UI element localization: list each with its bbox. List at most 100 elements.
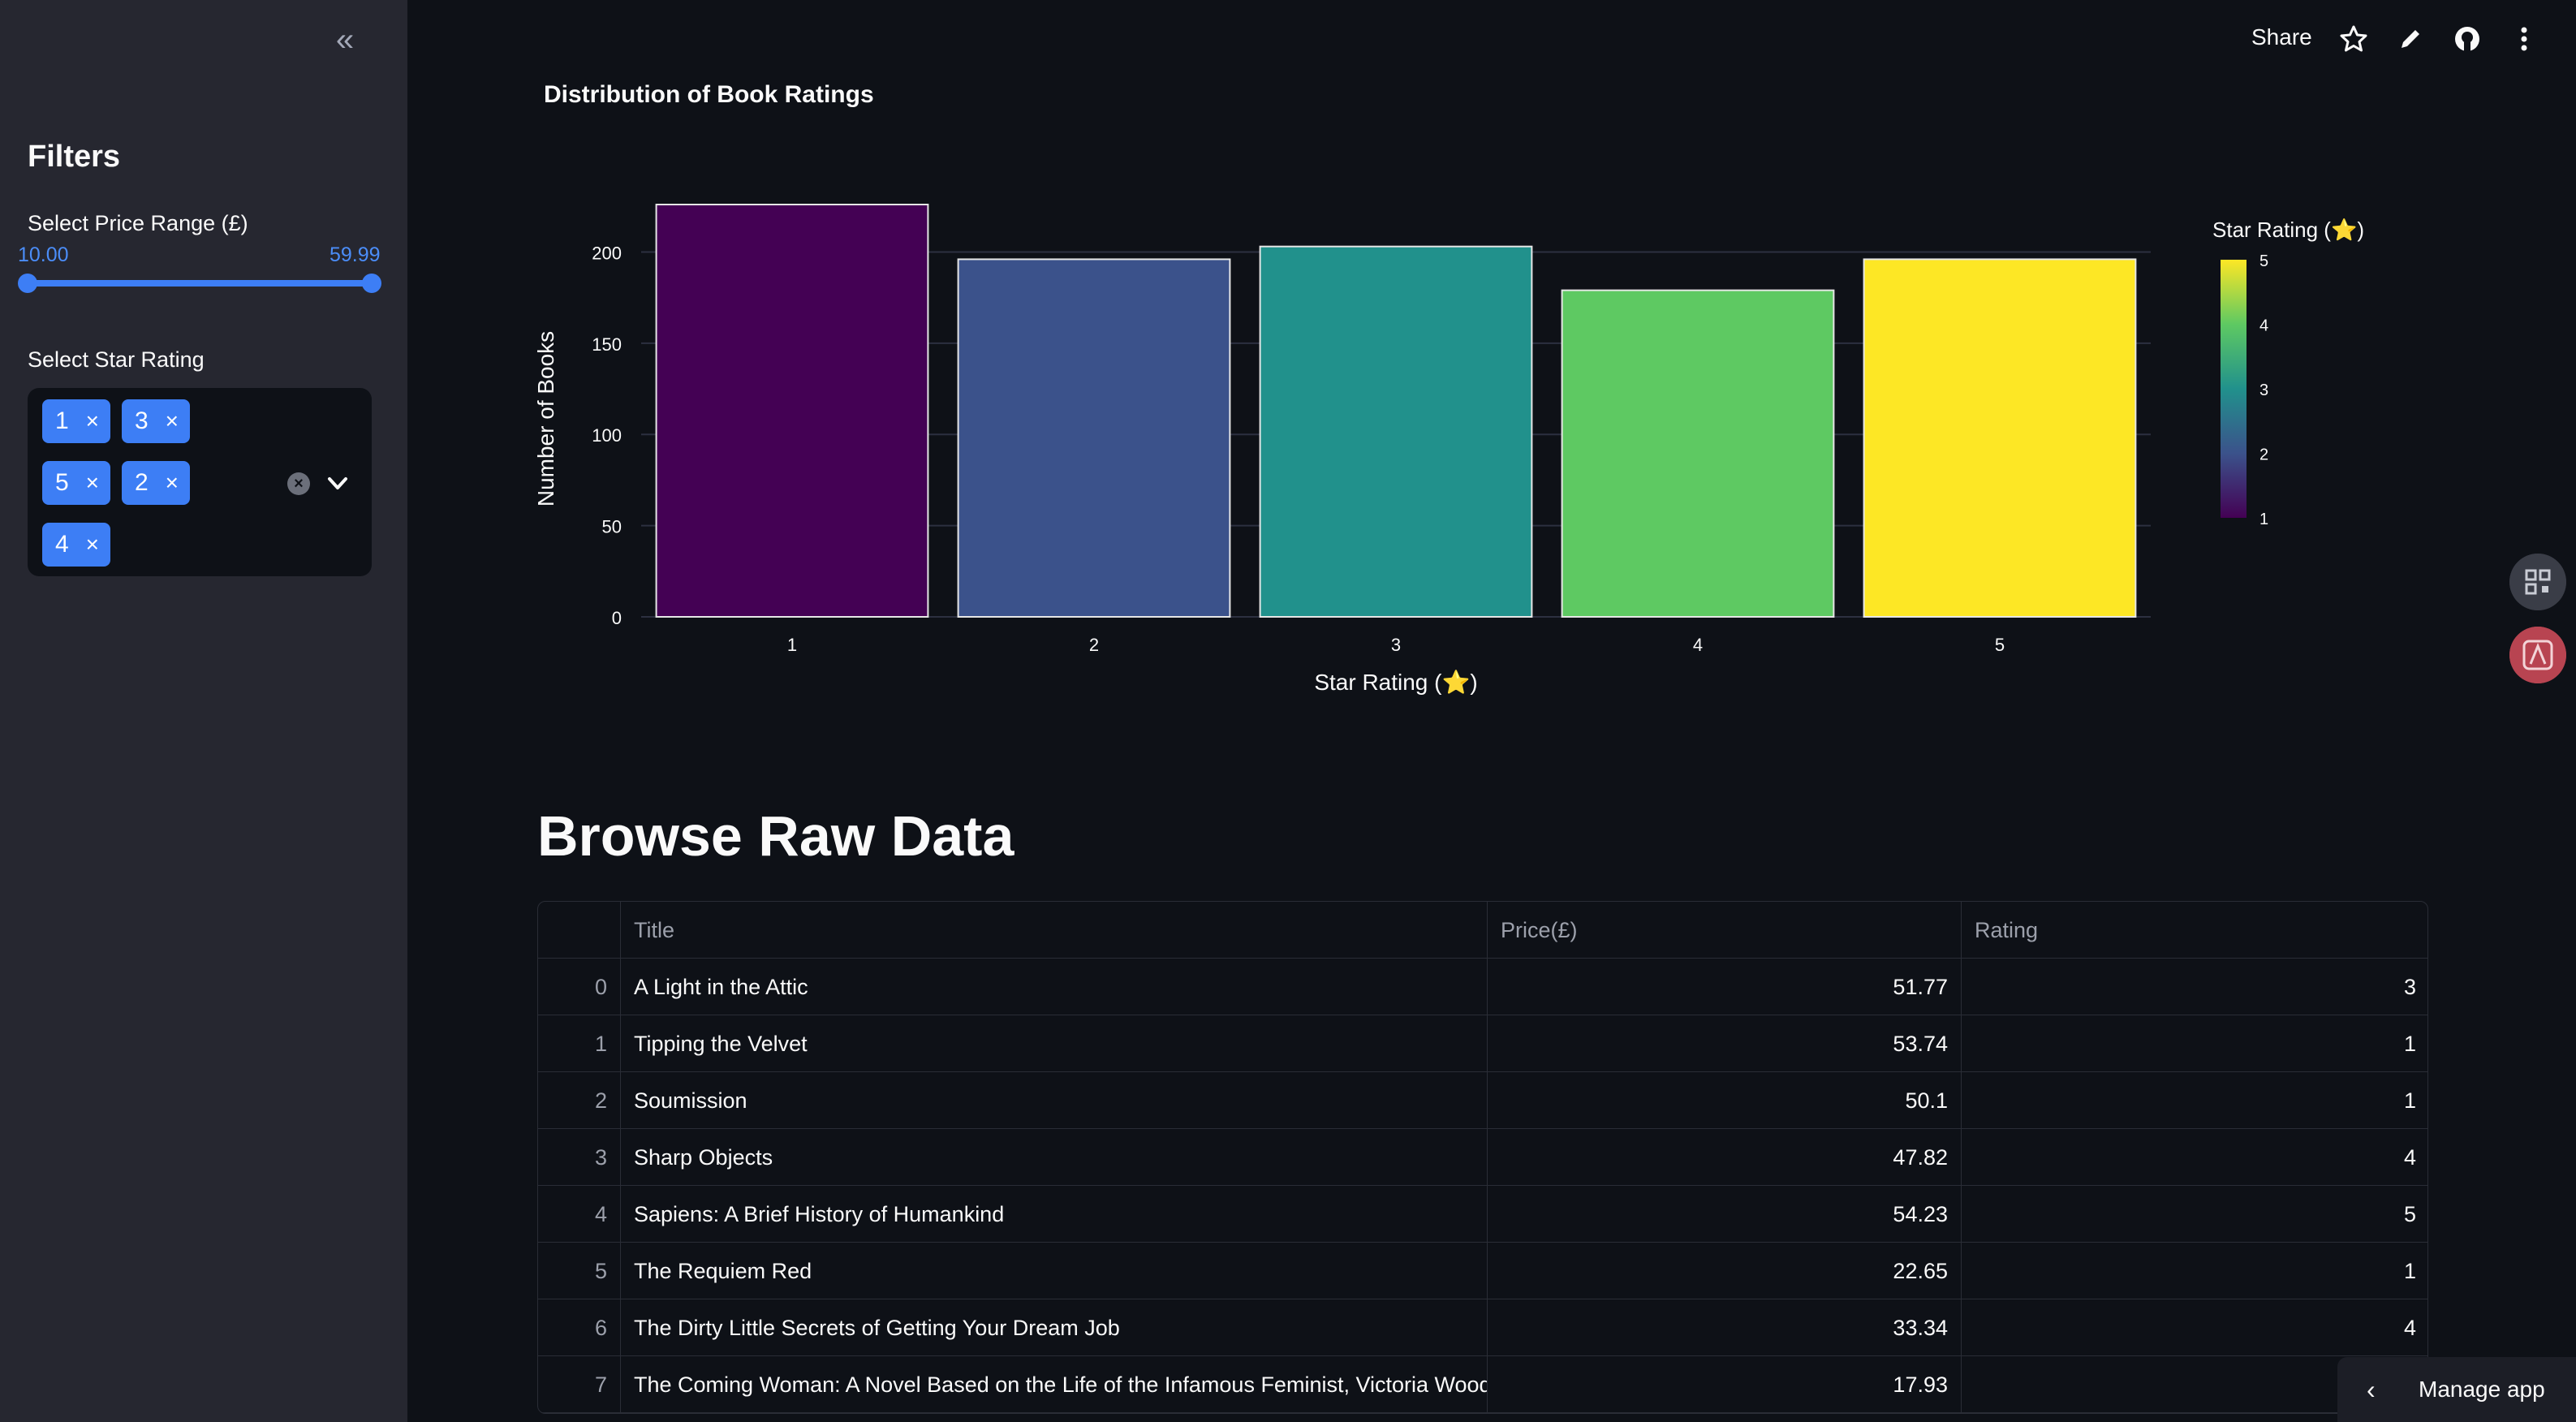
cell-title[interactable]: Sharp Objects [621,1129,1488,1186]
rating-chip-2[interactable]: 2 × [122,461,190,505]
cell-rating[interactable]: 4 [1962,1299,2427,1356]
chip-remove-icon[interactable]: × [86,399,99,443]
x-tick-label: 1 [787,635,797,655]
y-tick-label: 0 [612,608,622,628]
cell-price[interactable]: 22.65 [1488,1243,1962,1299]
colorbar-tick-label: 4 [2259,317,2268,335]
github-icon[interactable] [2451,23,2483,55]
price-column-header[interactable]: Price(£) [1488,902,1962,959]
chevron-left-icon: ‹ [2367,1375,2376,1404]
bar-1 [655,204,929,618]
chip-label: 4 [55,531,69,558]
star-icon[interactable] [2337,23,2370,55]
cell-price[interactable]: 33.34 [1488,1299,1962,1356]
colorbar-tick-label: 3 [2259,381,2268,399]
star-rating-label: Select Star Rating [28,347,205,372]
chip-remove-icon[interactable]: × [86,523,99,567]
colorbar-tick-label: 2 [2259,446,2268,464]
manage-app-label: Manage app [2419,1377,2545,1402]
clear-all-icon[interactable]: × [287,472,310,495]
cell-title[interactable]: The Requiem Red [621,1243,1488,1299]
row-index: 7 [538,1356,621,1413]
chart-title: Distribution of Book Ratings [544,81,874,108]
rating-chip-1[interactable]: 1 × [42,399,110,443]
bar-3 [1259,245,1533,618]
rating-chip-3[interactable]: 3 × [122,399,190,443]
x-tick-label: 2 [1089,635,1099,655]
cell-title[interactable]: Tipping the Velvet [621,1015,1488,1072]
cell-price[interactable]: 17.93 [1488,1356,1962,1413]
x-tick-label: 3 [1391,635,1401,655]
chip-remove-icon[interactable]: × [86,461,99,505]
price-slider-track[interactable] [28,280,372,287]
share-button[interactable]: Share [2251,24,2312,50]
bar-2 [957,258,1231,618]
cell-price[interactable]: 47.82 [1488,1129,1962,1186]
cell-price[interactable]: 54.23 [1488,1186,1962,1243]
bar-5 [1863,258,2137,618]
x-axis-label: Star Rating (⭐) [1314,669,1477,695]
table-row[interactable]: 3 Sharp Objects 47.82 4 [538,1129,2427,1186]
qr-code-icon[interactable] [2509,554,2566,610]
row-index: 5 [538,1243,621,1299]
price-slider-max-handle[interactable] [362,274,381,293]
table-header-row: Title Price(£) Rating [538,902,2427,959]
more-options-icon[interactable] [2508,23,2540,55]
chip-remove-icon[interactable]: × [166,399,179,443]
table-row[interactable]: 7 The Coming Woman: A Novel Based on the… [538,1356,2427,1413]
chip-label: 5 [55,469,69,496]
cell-rating[interactable]: 1 [1962,1243,2427,1299]
star-rating-multiselect[interactable]: 1 × 3 × 5 × 2 × 4 × × [28,388,372,576]
colorbar [2221,260,2246,518]
browse-raw-data-heading: Browse Raw Data [537,804,1014,868]
chip-label: 3 [135,407,149,434]
table-row[interactable]: 6 The Dirty Little Secrets of Getting Yo… [538,1299,2427,1356]
cell-price[interactable]: 53.74 [1488,1015,1962,1072]
manage-app-button[interactable]: ‹ Manage app [2337,1357,2576,1422]
chip-label: 2 [135,469,149,496]
cell-title[interactable]: The Coming Woman: A Novel Based on the L… [621,1356,1488,1413]
colorbar-tick-label: 5 [2259,252,2268,270]
index-column-header[interactable] [538,902,621,959]
cell-rating[interactable]: 3 [1962,959,2427,1015]
cell-rating[interactable]: 5 [1962,1186,2427,1243]
chip-remove-icon[interactable]: × [166,461,179,505]
pencil-icon[interactable] [2394,23,2427,55]
x-tick-label: 5 [1995,635,2005,655]
table-row[interactable]: 5 The Requiem Red 22.65 1 [538,1243,2427,1299]
cell-title[interactable]: Sapiens: A Brief History of Humankind [621,1186,1488,1243]
cell-title[interactable]: The Dirty Little Secrets of Getting Your… [621,1299,1488,1356]
rating-chip-4[interactable]: 4 × [42,523,110,567]
table-row[interactable]: 0 A Light in the Attic 51.77 3 [538,959,2427,1015]
y-tick-label: 50 [602,517,622,537]
row-index: 4 [538,1186,621,1243]
rating-distribution-chart: 0 50 100 150 200 1 2 3 4 5 Star Rating (⭐) Number o… [533,204,2364,695]
collapse-sidebar-icon[interactable]: « [325,21,365,58]
cell-rating[interactable]: 1 [1962,1015,2427,1072]
table-row[interactable]: 1 Tipping the Velvet 53.74 1 [538,1015,2427,1072]
sidebar: « Filters Select Price Range (£) 10.00 5… [0,0,407,1422]
table-row[interactable]: 4 Sapiens: A Brief History of Humankind … [538,1186,2427,1243]
chip-label: 1 [55,407,69,434]
cell-price[interactable]: 50.1 [1488,1072,1962,1129]
y-tick-label: 100 [592,425,622,446]
bar-4 [1561,289,1835,618]
rating-column-header[interactable]: Rating [1962,902,2427,959]
translate-icon[interactable] [2509,627,2566,683]
price-slider-min-handle[interactable] [18,274,37,293]
y-tick-label: 200 [592,243,622,263]
cell-title[interactable]: A Light in the Attic [621,959,1488,1015]
cell-price[interactable]: 51.77 [1488,959,1962,1015]
chevron-down-icon[interactable] [321,469,354,498]
rating-chip-5[interactable]: 5 × [42,461,110,505]
cell-rating[interactable]: 4 [1962,1129,2427,1186]
y-tick-label: 150 [592,334,622,355]
cell-title[interactable]: Soumission [621,1072,1488,1129]
x-tick-label: 4 [1693,635,1703,655]
row-index: 3 [538,1129,621,1186]
title-column-header[interactable]: Title [621,902,1488,959]
cell-rating[interactable]: 1 [1962,1072,2427,1129]
table-row[interactable]: 2 Soumission 50.1 1 [538,1072,2427,1129]
price-range-label: Select Price Range (£) [28,211,248,235]
raw-data-table[interactable]: Title Price(£) Rating 0 A Light in the A… [537,901,2428,1414]
